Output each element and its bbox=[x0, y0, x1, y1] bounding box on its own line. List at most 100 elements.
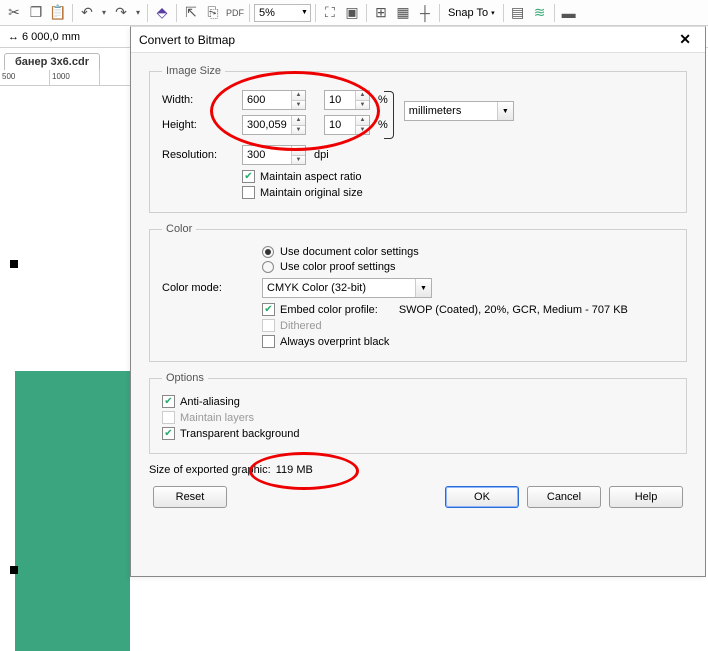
chevron-down-icon[interactable]: ▼ bbox=[497, 102, 513, 120]
undo-dropdown-icon[interactable]: ▾ bbox=[99, 3, 109, 23]
redo-dropdown-icon[interactable]: ▾ bbox=[133, 3, 143, 23]
resolution-spinner[interactable]: ▲▼ bbox=[242, 145, 306, 165]
width-label: Width: bbox=[162, 94, 234, 106]
resolution-unit: dpi bbox=[314, 149, 329, 161]
embed-profile-checkbox[interactable]: ✔ Embed color profile: SWOP (Coated), 20… bbox=[262, 303, 674, 316]
color-mode-value: CMYK Color (32-bit) bbox=[267, 282, 366, 294]
page-width: ↔ 6 000,0 mm bbox=[8, 31, 80, 43]
spin-down-icon[interactable]: ▼ bbox=[292, 156, 305, 165]
options-group: Options ✔ Anti-aliasing Maintain layers … bbox=[149, 372, 687, 454]
tab-document[interactable]: банер 3x6.cdr bbox=[4, 53, 100, 70]
publish-icon[interactable]: ⎘ bbox=[203, 3, 223, 23]
checkbox-icon: ✔ bbox=[262, 303, 275, 316]
maintain-layers-label: Maintain layers bbox=[180, 412, 254, 424]
ruler-mark: 1000 bbox=[52, 72, 70, 81]
spin-up-icon[interactable]: ▲ bbox=[292, 91, 305, 101]
overprint-checkbox[interactable]: Always overprint black bbox=[262, 335, 674, 348]
resolution-label: Resolution: bbox=[162, 149, 234, 161]
profile-info: SWOP (Coated), 20%, GCR, Medium - 707 KB bbox=[399, 304, 628, 316]
paste-icon[interactable]: 📋 bbox=[48, 3, 68, 23]
link-bracket-icon bbox=[384, 91, 394, 139]
selection-handle[interactable] bbox=[10, 566, 18, 574]
cancel-button[interactable]: Cancel bbox=[527, 486, 601, 508]
units-combo[interactable]: millimeters ▼ bbox=[404, 101, 514, 121]
radio-icon bbox=[262, 246, 274, 258]
toolbar-separator bbox=[554, 4, 555, 22]
size-value: 119 MB bbox=[276, 464, 313, 476]
copy-icon[interactable]: ❐ bbox=[26, 3, 46, 23]
import-icon[interactable]: ⬘ bbox=[152, 3, 172, 23]
dialog-footer: Reset OK Cancel Help bbox=[149, 486, 687, 508]
app-icon[interactable]: ▬ bbox=[559, 3, 579, 23]
chevron-down-icon[interactable]: ▼ bbox=[301, 9, 308, 16]
radio-document-label: Use document color settings bbox=[280, 246, 419, 258]
selection-handle[interactable] bbox=[10, 260, 18, 268]
zoom-combo[interactable]: ▼ bbox=[254, 4, 311, 22]
spin-down-icon[interactable]: ▼ bbox=[292, 126, 305, 135]
ok-button[interactable]: OK bbox=[445, 486, 519, 508]
spin-down-icon[interactable]: ▼ bbox=[292, 101, 305, 110]
maintain-size-checkbox[interactable]: Maintain original size bbox=[242, 186, 674, 199]
spin-up-icon[interactable]: ▲ bbox=[292, 116, 305, 126]
resolution-input[interactable] bbox=[243, 146, 291, 164]
fullscreen-icon[interactable]: ⛶ bbox=[320, 3, 340, 23]
reset-button[interactable]: Reset bbox=[153, 486, 227, 508]
color-mode-combo[interactable]: CMYK Color (32-bit) ▼ bbox=[262, 278, 432, 298]
transparent-checkbox[interactable]: ✔ Transparent background bbox=[162, 427, 674, 440]
radio-icon bbox=[262, 261, 274, 273]
antialias-checkbox[interactable]: ✔ Anti-aliasing bbox=[162, 395, 674, 408]
guides-icon[interactable]: ┼ bbox=[415, 3, 435, 23]
cut-icon[interactable]: ✂ bbox=[4, 3, 24, 23]
radio-document-color[interactable]: Use document color settings bbox=[262, 246, 674, 258]
help-button[interactable]: Help bbox=[609, 486, 683, 508]
zoom-input[interactable] bbox=[257, 6, 297, 20]
checkbox-icon bbox=[242, 186, 255, 199]
undo-icon[interactable]: ↶ bbox=[77, 3, 97, 23]
width-percent-spinner[interactable]: ▲▼ bbox=[324, 90, 370, 110]
spin-up-icon[interactable]: ▲ bbox=[356, 116, 369, 126]
chevron-down-icon: ▾ bbox=[491, 9, 495, 17]
width-input[interactable] bbox=[243, 91, 291, 109]
chevron-down-icon[interactable]: ▼ bbox=[415, 279, 431, 297]
toolbar-separator bbox=[72, 4, 73, 22]
export-icon[interactable]: ⇱ bbox=[181, 3, 201, 23]
ruler-icon[interactable]: ⊞ bbox=[371, 3, 391, 23]
color-legend: Color bbox=[162, 223, 196, 235]
color-group: Color Use document color settings Use co… bbox=[149, 223, 687, 362]
transparent-label: Transparent background bbox=[180, 428, 299, 440]
spin-down-icon[interactable]: ▼ bbox=[356, 126, 369, 135]
canvas[interactable] bbox=[0, 86, 130, 579]
spin-up-icon[interactable]: ▲ bbox=[356, 91, 369, 101]
selected-shape[interactable] bbox=[15, 371, 130, 651]
height-spinner[interactable]: ▲▼ bbox=[242, 115, 306, 135]
page-width-value: 6 000,0 mm bbox=[22, 31, 80, 43]
checkbox-icon bbox=[162, 411, 175, 424]
fitpage-icon[interactable]: ▣ bbox=[342, 3, 362, 23]
maintain-ratio-label: Maintain aspect ratio bbox=[260, 171, 362, 183]
launch-icon[interactable]: ≋ bbox=[530, 3, 550, 23]
height-percent-input[interactable] bbox=[325, 116, 355, 134]
maintain-layers-checkbox: Maintain layers bbox=[162, 411, 674, 424]
height-percent-spinner[interactable]: ▲▼ bbox=[324, 115, 370, 135]
options-icon[interactable]: ▤ bbox=[508, 3, 528, 23]
width-percent-input[interactable] bbox=[325, 91, 355, 109]
radio-proof-color[interactable]: Use color proof settings bbox=[262, 261, 674, 273]
spin-down-icon[interactable]: ▼ bbox=[356, 101, 369, 110]
maintain-ratio-checkbox[interactable]: ✔ Maintain aspect ratio bbox=[242, 170, 674, 183]
checkbox-icon bbox=[262, 319, 275, 332]
close-icon[interactable]: ✕ bbox=[673, 29, 697, 50]
height-label: Height: bbox=[162, 119, 234, 131]
redo-icon[interactable]: ↷ bbox=[111, 3, 131, 23]
grid-icon[interactable]: ▦ bbox=[393, 3, 413, 23]
document-tabs: банер 3x6.cdr bbox=[0, 48, 130, 70]
convert-to-bitmap-dialog: Convert to Bitmap ✕ Image Size Width: ▲▼ bbox=[130, 26, 706, 577]
antialias-label: Anti-aliasing bbox=[180, 396, 240, 408]
toolbar-separator bbox=[366, 4, 367, 22]
width-spinner[interactable]: ▲▼ bbox=[242, 90, 306, 110]
spin-up-icon[interactable]: ▲ bbox=[292, 146, 305, 156]
pdf-icon[interactable]: PDF bbox=[225, 3, 245, 23]
dialog-body: Image Size Width: ▲▼ ▲▼ % bbox=[131, 53, 705, 516]
snap-to-dropdown[interactable]: Snap To ▾ bbox=[444, 7, 499, 19]
color-mode-label: Color mode: bbox=[162, 282, 254, 294]
height-input[interactable] bbox=[243, 116, 291, 134]
